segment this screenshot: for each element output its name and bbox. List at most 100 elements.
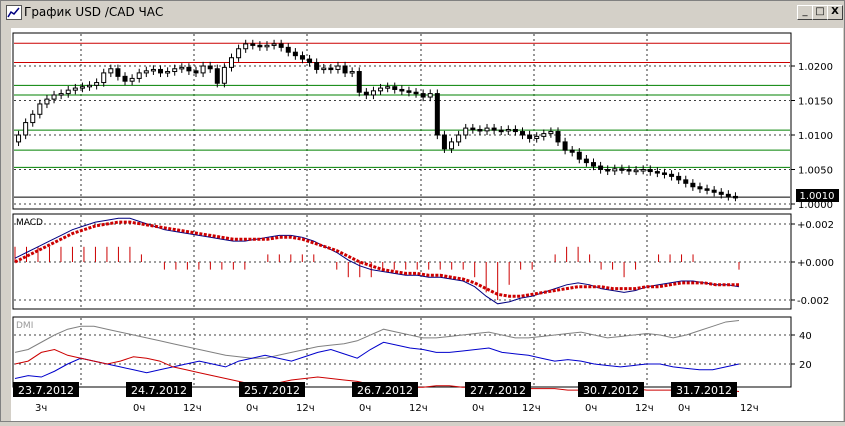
candle-body <box>179 66 185 70</box>
candle-body <box>115 68 121 77</box>
candle-body <box>314 62 320 70</box>
current-price-label: 1.0010 <box>800 191 835 202</box>
candle-body <box>186 66 192 72</box>
candle-body <box>264 44 270 48</box>
date-label: 23.7.2012 <box>18 384 74 397</box>
candle-body <box>718 191 724 195</box>
candle-body <box>299 55 305 60</box>
candle-body <box>378 87 384 92</box>
candle-body <box>278 43 284 48</box>
candle-body <box>690 182 696 188</box>
candle-body <box>732 195 738 199</box>
candle-body <box>399 88 405 92</box>
candle-body <box>228 57 234 68</box>
candle-body <box>307 58 313 64</box>
hour-label: 12ч <box>740 403 759 414</box>
candle-body <box>583 158 589 164</box>
candle-body <box>647 169 653 173</box>
candle-body <box>257 44 263 48</box>
price-tick-label: 1.0200 <box>798 62 833 73</box>
dmi-panel-frame <box>12 316 792 388</box>
candle-body <box>356 71 362 93</box>
minimize-button[interactable]: _ <box>797 5 813 20</box>
chart-window: График USD /CAD ЧАС _ □ X 1.0200 1.0150 1.… <box>0 0 845 422</box>
candle-body <box>44 98 50 105</box>
candle-body <box>477 128 483 132</box>
candle-body <box>370 90 376 96</box>
candle-body <box>165 71 171 74</box>
candle-body <box>449 141 455 150</box>
candle-body <box>555 131 561 143</box>
macd-tick-label: -0.002 <box>797 296 829 307</box>
candle-body <box>520 131 526 136</box>
hour-label: 0ч <box>678 403 690 414</box>
candle-body <box>101 72 107 84</box>
candle-body <box>704 188 710 191</box>
candle-body <box>143 70 149 74</box>
candle-body <box>214 68 220 84</box>
candle-body <box>321 67 327 71</box>
candle-body <box>292 51 298 57</box>
candle-body <box>58 93 64 96</box>
candle-body <box>619 168 625 171</box>
macd-axis: +0.002 +0.000 -0.002 <box>791 220 834 307</box>
candle-body <box>271 43 277 46</box>
candle-body <box>94 82 100 86</box>
candle-body <box>108 68 114 74</box>
hour-label: 12ч <box>635 403 654 414</box>
candle-body <box>598 165 604 171</box>
macd-tick-label: +0.000 <box>797 258 834 269</box>
candle-body <box>505 128 511 132</box>
candle-body <box>172 68 178 73</box>
date-label: 25.7.2012 <box>244 384 300 397</box>
candle-body <box>236 48 242 59</box>
candle-body <box>434 93 440 136</box>
candle-body <box>65 89 71 95</box>
candle-body <box>498 129 504 133</box>
title-bar[interactable]: График USD /CAD ЧАС _ □ X <box>2 2 843 22</box>
candle-body <box>285 46 291 53</box>
hour-label: 0ч <box>472 403 484 414</box>
chart-area[interactable]: 1.0200 1.0150 1.0100 1.0050 1.0000 1.0010 MA… <box>11 28 843 421</box>
candle-body <box>512 128 518 133</box>
candle-body <box>79 86 85 89</box>
price-tick-label: 1.0100 <box>798 131 833 142</box>
dmi-axis: 40 20 <box>791 331 812 371</box>
candle-body <box>654 171 660 174</box>
candle-body <box>385 86 391 89</box>
price-axis: 1.02001.01501.01001.00501.0000 <box>791 62 833 211</box>
candle-body <box>463 127 469 136</box>
candle-body <box>221 66 227 84</box>
candle-body <box>23 122 29 136</box>
date-label: 30.7.2012 <box>583 384 639 397</box>
hour-label: 0ч <box>246 403 258 414</box>
candle-body <box>129 77 135 82</box>
candle-body <box>569 149 575 153</box>
close-button[interactable]: X <box>827 5 843 20</box>
candle-body <box>697 186 703 190</box>
date-label: 27.7.2012 <box>470 384 526 397</box>
candle-body <box>491 127 497 131</box>
chart-app-icon <box>6 5 22 20</box>
date-label: 24.7.2012 <box>131 384 187 397</box>
candle-body <box>335 65 341 70</box>
candle-body <box>250 43 256 46</box>
candle-body <box>527 134 533 139</box>
candle-body <box>150 68 156 72</box>
candle-body <box>349 71 355 74</box>
candle-body <box>207 65 213 70</box>
hour-axis: 3ч 0ч 12ч 0ч 12ч 0ч 12ч 0ч 12ч 0ч 12ч 0ч 12ч <box>35 403 759 414</box>
candle-body <box>605 169 611 172</box>
candle-body <box>200 65 206 74</box>
macd-label: MACD <box>16 218 43 228</box>
candle-body <box>158 68 164 74</box>
candle-body <box>420 93 426 98</box>
hour-label: 0ч <box>133 403 145 414</box>
candle-body <box>626 169 632 172</box>
candle-body <box>427 93 433 98</box>
chart-svg[interactable]: 1.02001.01501.01001.00501.0000 1.0010 MA… <box>11 28 843 421</box>
candle-body <box>72 87 78 91</box>
candle-body <box>470 127 476 131</box>
candle-body <box>16 134 22 143</box>
maximize-button[interactable]: □ <box>812 5 828 20</box>
